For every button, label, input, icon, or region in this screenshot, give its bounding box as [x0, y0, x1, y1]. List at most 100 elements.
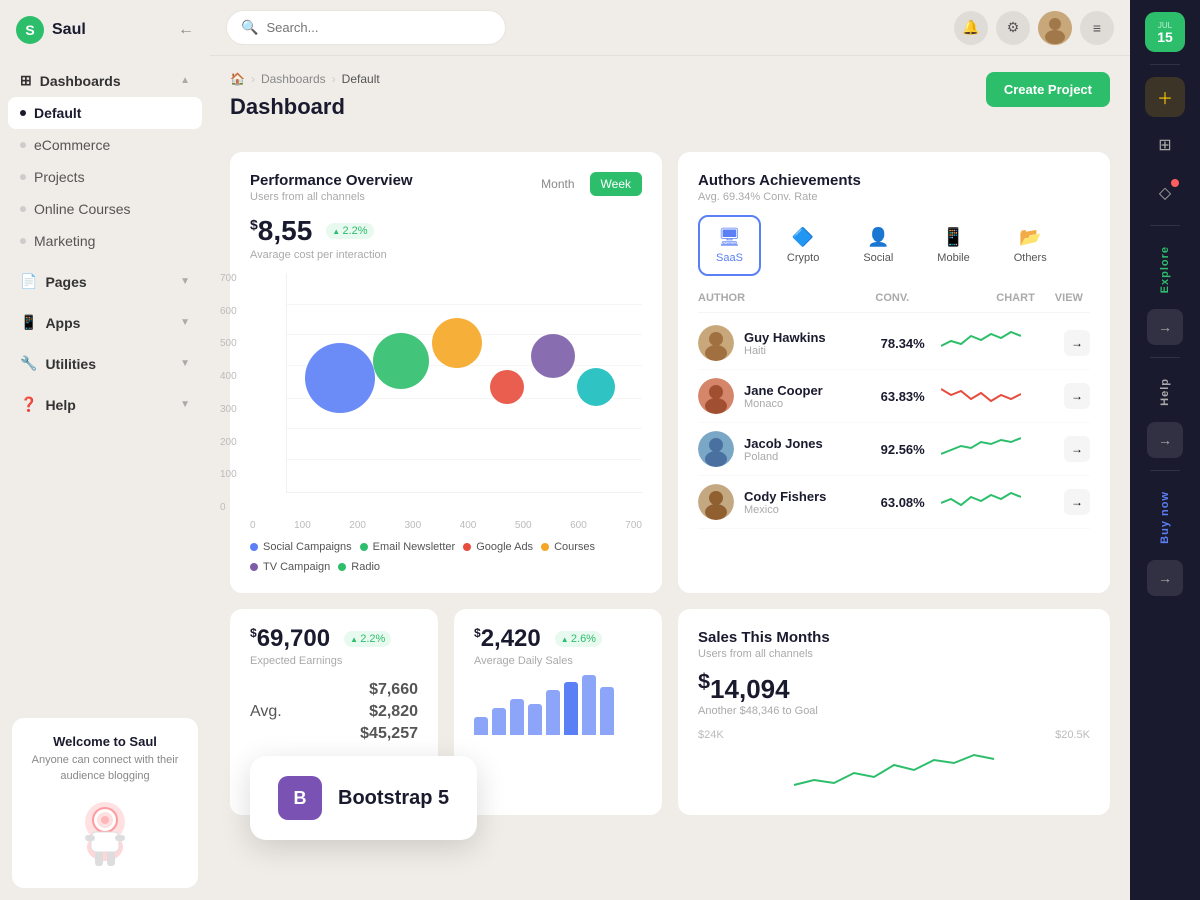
metric-row: $8,55 2.2%: [250, 215, 642, 247]
view-btn-guy[interactable]: →: [1064, 330, 1090, 356]
search-box[interactable]: 🔍: [226, 10, 506, 45]
bootstrap-overlay: B Bootstrap 5: [250, 756, 477, 840]
author-row-1: Guy Hawkins Haiti 78.34% →: [698, 317, 1090, 370]
view-btn-jane[interactable]: →: [1064, 383, 1090, 409]
sales-subtitle: Users from all channels: [698, 648, 1090, 660]
author-view-jane: →: [1059, 383, 1090, 409]
author-chart-guy: [941, 326, 1059, 361]
rp-add-button[interactable]: ＋: [1145, 77, 1185, 117]
authors-tabs: 🖥 SaaS 🔷 Crypto 👤 Social: [698, 215, 1090, 276]
sidebar-item-online-courses[interactable]: Online Courses: [8, 193, 202, 225]
apps-label: Apps: [45, 315, 80, 331]
daily-badge: 2.6%: [555, 631, 602, 647]
author-conv-guy: 78.34%: [862, 336, 941, 351]
breadcrumb-dashboards[interactable]: Dashboards: [261, 72, 326, 86]
sidebar-item-projects[interactable]: Projects: [8, 161, 202, 193]
breadcrumb-home[interactable]: 🏠: [230, 72, 245, 86]
expected-value: $69,700: [250, 625, 330, 653]
tab-social[interactable]: 👤 Social: [845, 215, 911, 276]
bubble-google-ads: [490, 370, 524, 404]
col-conv: CONV.: [839, 292, 929, 304]
calendar-day: 15: [1157, 30, 1173, 44]
breadcrumb-current: Default: [342, 72, 380, 86]
nav-help-header[interactable]: ❓ Help ▼: [8, 388, 202, 421]
legend-radio: Radio: [338, 561, 380, 573]
calendar-widget[interactable]: JUL 15: [1145, 12, 1185, 52]
view-btn-cody[interactable]: →: [1064, 489, 1090, 515]
chart-x-labels: 0 100 200 300 400 500 600 700: [250, 520, 642, 531]
menu-button[interactable]: ≡: [1080, 11, 1114, 45]
sidebar-item-marketing[interactable]: Marketing: [8, 225, 202, 257]
page-header: 🏠 › Dashboards › Default Dashboard Creat…: [230, 72, 1110, 136]
author-country-guy: Haiti: [744, 345, 862, 357]
user-avatar[interactable]: [1038, 11, 1072, 45]
bar-chart: [474, 675, 642, 735]
utilities-icon: 🔧: [20, 355, 37, 372]
rp-divider-3: [1150, 357, 1180, 358]
bootstrap-title: Bootstrap 5: [338, 787, 449, 810]
nav-dashboards-header[interactable]: ⊞ Dashboards ▲: [8, 64, 202, 97]
sidebar-item-ecommerce[interactable]: eCommerce: [8, 129, 202, 161]
metric-prefix: $: [250, 217, 258, 233]
performance-titles: Performance Overview Users from all chan…: [250, 172, 413, 203]
nav-utilities-header[interactable]: 🔧 Utilities ▼: [8, 347, 202, 380]
rp-code-button[interactable]: ◇: [1145, 173, 1185, 213]
logo-circle: S: [16, 16, 44, 44]
period-tab-month[interactable]: Month: [530, 172, 585, 196]
pages-arrow: ▼: [180, 276, 190, 287]
projects-label: Projects: [34, 169, 85, 185]
daily-value: $2,420: [474, 625, 541, 653]
breadcrumb-sep2: ›: [332, 72, 336, 86]
bar-8: [600, 687, 614, 735]
period-tabs: Month Week: [530, 172, 642, 196]
legend-dot-radio: [338, 563, 346, 571]
tab-saas[interactable]: 🖥 SaaS: [698, 215, 761, 276]
bar-5: [546, 690, 560, 735]
search-input[interactable]: [266, 20, 491, 35]
authors-title: Authors Achievements: [698, 172, 1090, 189]
sidebar: S Saul ← ⊞ Dashboards ▲ Default eCommerc…: [0, 0, 210, 900]
performance-card-header: Performance Overview Users from all chan…: [250, 172, 642, 203]
author-name-guy: Guy Hawkins: [744, 330, 862, 345]
author-info-jane: Jane Cooper Monaco: [744, 383, 862, 410]
author-name-jacob: Jacob Jones: [744, 436, 862, 451]
view-btn-jacob[interactable]: →: [1064, 436, 1090, 462]
rp-divider-1: [1150, 64, 1180, 65]
col-author: AUTHOR: [698, 292, 839, 304]
notification-button[interactable]: 🔔: [954, 11, 988, 45]
author-country-cody: Mexico: [744, 504, 862, 516]
help-arrow: ▼: [180, 399, 190, 410]
welcome-subtitle: Anyone can connect with their audience b…: [28, 753, 182, 784]
topbar: 🔍 🔔 ⚙ ≡: [210, 0, 1130, 56]
author-country-jane: Monaco: [744, 398, 862, 410]
create-project-button[interactable]: Create Project: [986, 72, 1110, 107]
marketing-label: Marketing: [34, 233, 95, 249]
default-label: Default: [34, 105, 81, 121]
ecommerce-label: eCommerce: [34, 137, 110, 153]
tab-crypto[interactable]: 🔷 Crypto: [769, 215, 837, 276]
daily-metric-row: $2,420 2.6%: [474, 625, 642, 653]
performance-card: Performance Overview Users from all chan…: [230, 152, 662, 593]
bubble-radio: [577, 368, 615, 406]
expected-badge: 2.2%: [344, 631, 391, 647]
dashboard-grid: Performance Overview Users from all chan…: [230, 152, 1110, 815]
welcome-box: Welcome to Saul Anyone can connect with …: [12, 718, 198, 888]
sales-title: Sales This Months: [698, 629, 1090, 646]
rp-buynow-arrow[interactable]: →: [1147, 560, 1183, 596]
sidebar-item-default[interactable]: Default: [8, 97, 202, 129]
rp-help-arrow[interactable]: →: [1147, 422, 1183, 458]
tab-mobile[interactable]: 📱 Mobile: [919, 215, 987, 276]
nav-pages-header[interactable]: 📄 Pages ▼: [8, 265, 202, 298]
period-tab-week[interactable]: Week: [590, 172, 642, 196]
rp-badge-dot: [1171, 179, 1179, 187]
back-icon[interactable]: ←: [178, 21, 194, 39]
nav-apps-header[interactable]: 📱 Apps ▼: [8, 306, 202, 339]
author-avatar-cody: [698, 484, 734, 520]
rp-grid-button[interactable]: ⊞: [1145, 125, 1185, 165]
app-name: Saul: [52, 21, 86, 39]
settings-button[interactable]: ⚙: [996, 11, 1030, 45]
rp-explore-arrow[interactable]: →: [1147, 309, 1183, 345]
tab-others[interactable]: 📂 Others: [996, 215, 1065, 276]
sales-card: Sales This Months Users from all channel…: [678, 609, 1110, 815]
sales-numbers-list: $7,660 Avg. $2,820 $45,257: [250, 679, 418, 745]
